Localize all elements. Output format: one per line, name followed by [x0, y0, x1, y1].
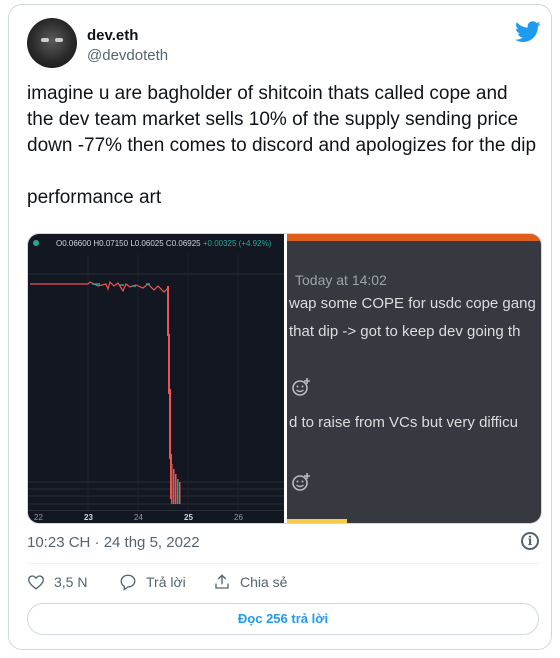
like-count: 3,5 N	[54, 574, 88, 590]
ohlc-change: +0.00325 (+4.92%)	[202, 239, 272, 248]
tweet-media[interactable]: O0.06600 H0.07150 L0.06025 C0.06925 +0.0…	[27, 233, 542, 524]
author-name[interactable]: dev.eth	[87, 27, 138, 44]
ohlc-close: C0.06925	[165, 239, 201, 248]
discord-message-line: that dip -> got to keep dev going th	[289, 323, 521, 340]
reply-icon	[120, 574, 136, 591]
heart-icon	[28, 575, 44, 590]
discord-timestamp: Today at 14:02	[295, 272, 387, 288]
discord-top-bar	[287, 234, 541, 241]
add-reaction-icon	[292, 378, 310, 396]
price-chart-image[interactable]: O0.06600 H0.07150 L0.06025 C0.06925 +0.0…	[28, 234, 284, 523]
chart-x-axis: 22 23 24 25 26	[28, 510, 284, 523]
avatar-eye-right	[55, 38, 63, 42]
discord-message-line: d to raise from VCs but very difficu	[289, 414, 518, 431]
share-button[interactable]: Chia sẻ	[213, 573, 287, 591]
avatar[interactable]	[27, 18, 77, 68]
info-icon[interactable]: i	[521, 532, 539, 550]
avatar-eye-left	[41, 38, 49, 42]
like-button[interactable]: 3,5 N	[27, 573, 87, 591]
reply-button[interactable]: Trả lời	[119, 573, 186, 591]
x-tick: 22	[34, 513, 43, 522]
ohlc-low: L0.06025	[130, 239, 164, 248]
divider	[27, 563, 539, 564]
x-tick: 23	[84, 513, 93, 522]
x-tick: 25	[184, 513, 193, 522]
x-tick: 26	[234, 513, 243, 522]
read-replies-button[interactable]: Đọc 256 trả lời	[27, 603, 539, 635]
twitter-bird-icon[interactable]	[515, 21, 541, 43]
x-tick: 24	[134, 513, 143, 522]
tweet-card: dev.eth @devdoteth imagine u are baghold…	[8, 4, 552, 650]
share-icon	[215, 574, 229, 589]
author-handle[interactable]: @devdoteth	[87, 47, 168, 64]
add-reaction-icon	[292, 473, 310, 491]
chart-canvas	[28, 240, 284, 511]
discord-screenshot-image[interactable]: Today at 14:02 wap some COPE for usdc co…	[287, 234, 541, 523]
discord-reaction-strip	[287, 519, 347, 523]
ohlc-high: H0.07150	[93, 239, 129, 248]
reply-label: Trả lời	[146, 574, 186, 590]
discord-message-line: wap some COPE for usdc cope gang	[289, 295, 536, 312]
ohlc-readout: O0.06600 H0.07150 L0.06025 C0.06925 +0.0…	[56, 239, 271, 248]
tweet-timestamp[interactable]: 10:23 CH · 24 thg 5, 2022	[27, 534, 200, 551]
tweet-text: imagine u are bagholder of shitcoin that…	[27, 83, 537, 208]
ohlc-open: O0.06600	[56, 239, 92, 248]
share-label: Chia sẻ	[240, 574, 288, 590]
